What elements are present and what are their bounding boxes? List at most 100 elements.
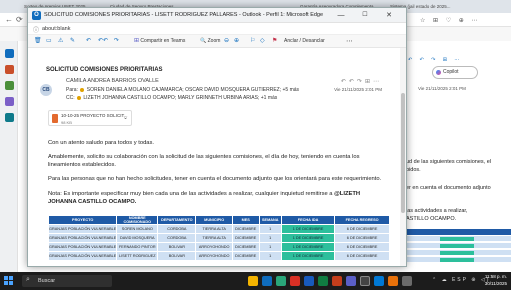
body-paragraph-2: Para las personas que no han hecho solic… <box>48 176 382 182</box>
mail-icon[interactable] <box>5 49 14 58</box>
message-scrollbar[interactable] <box>400 48 406 266</box>
app-icon[interactable] <box>402 276 412 286</box>
toolbar-more-icon[interactable]: ⋯ <box>346 37 353 46</box>
clock-date: 30/11/2025 <box>484 280 507 286</box>
teams-app-icon[interactable] <box>346 276 356 286</box>
cc-value[interactable]: LIZETH JOHANNA CASTILLO OCAMPO; MARLY GR… <box>83 95 277 101</box>
table-cell: 1 DE DICIEMBRE <box>280 233 336 243</box>
sender-name[interactable]: CAMILA ANDREA BARRIOS OVALLE <box>66 78 159 84</box>
mail-app-icon[interactable] <box>262 276 272 286</box>
avatar[interactable]: CB <box>40 84 52 96</box>
pin-icon[interactable]: ⚐ <box>250 37 255 46</box>
start-button[interactable] <box>4 276 14 286</box>
table-cell: DICIEMBRE <box>231 224 260 234</box>
word-icon[interactable] <box>304 276 314 286</box>
app-icon[interactable] <box>388 276 398 286</box>
edge-icon[interactable] <box>276 276 286 286</box>
maximize-button[interactable]: ☐ <box>356 10 374 21</box>
table-cell: GRANJAS POBLACIÓN VULNERABLE <box>47 251 118 261</box>
background-text-line: las actividades a realizar, <box>406 208 468 214</box>
table-row: GRANJAS POBLACIÓN VULNERABLE SOREN MOLAN… <box>47 224 390 234</box>
powerpoint-icon[interactable] <box>332 276 342 286</box>
window-url: about:blank <box>42 26 71 32</box>
table-header-cell: SEMANA <box>258 215 282 225</box>
zoom-out-icon[interactable]: ⊖ <box>224 37 229 46</box>
to-recipients: Para: SOREN DANIELA MOLANO CAJAMARCA; OS… <box>66 87 299 93</box>
message-action-icons[interactable]: ↶↶↷⊞⋯ <box>341 78 382 85</box>
refresh-icon[interactable]: ⟳ <box>16 15 23 24</box>
store-icon[interactable] <box>360 276 370 286</box>
zoom-icon: 🔍 <box>200 38 207 44</box>
table-cell: 1 <box>258 233 282 243</box>
table-cell: TIERRA ALTA <box>195 224 233 234</box>
todo-icon[interactable] <box>5 113 14 122</box>
calendar-icon[interactable] <box>5 65 14 74</box>
to-value[interactable]: SOREN DANIELA MOLANO CAJAMARCA; OSCAR DA… <box>87 87 299 93</box>
browser-extension-icons[interactable]: ☆ ⊞ ♡ ⊕ ⋯ <box>420 17 480 24</box>
table-cell: DICIEMBRE <box>231 251 260 261</box>
clock[interactable]: 11:58 p. m. 30/11/2025 <box>485 274 507 287</box>
sweep-icon[interactable]: ✎ <box>70 37 75 46</box>
background-text-line: er en cuenta el documento adjunto <box>406 185 491 191</box>
taskbar: ⌕ Buscar ⌃ ☁ ESP ⊕ ◁) 11:58 p. m. 30/11/… <box>0 272 511 290</box>
tag-icon[interactable]: ◇ <box>260 37 265 46</box>
table-cell: GRANJAS POBLACIÓN VULNERABLE <box>47 242 118 252</box>
search-label: Buscar <box>38 278 56 284</box>
reply-icon[interactable]: ↶ <box>86 37 91 46</box>
outlook-app-icon[interactable] <box>374 276 384 286</box>
window-address-bar[interactable]: ⓘ about:blank <box>28 23 406 35</box>
table-cell: 6 DE DICIEMBRE <box>334 242 390 252</box>
delete-icon[interactable]: 🗑 <box>34 37 42 46</box>
archive-icon[interactable]: ▭ <box>46 37 52 46</box>
back-icon[interactable]: ← <box>5 15 13 24</box>
share-teams-button[interactable]: ⊞ Compartir en Teams <box>134 37 185 46</box>
chevron-down-icon[interactable]: ⌄ <box>123 114 128 121</box>
sender-header: CB CAMILA ANDREA BARRIOS OVALLE ↶↶↷⊞⋯ Pa… <box>36 78 396 108</box>
message-toolbar: 🗑 ▭ ⚠ ✎ ↶ ↶↶ ↷ ⊞ Compartir en Teams 🔍 Zo… <box>28 35 406 48</box>
table-header-cell: FECHA IDA <box>280 215 336 225</box>
table-header-row: PROYECTO NOMBRE COMISIONADO DEPARTAMENTO… <box>47 215 390 225</box>
chrome-icon[interactable] <box>290 276 300 286</box>
table-cell: 1 <box>258 224 282 234</box>
background-action-icons[interactable]: ↶ ↶ ↷ ⊞ ⋯ <box>408 57 462 63</box>
app-rail <box>0 41 18 272</box>
close-button[interactable]: ✕ <box>380 10 398 21</box>
zoom-in-icon[interactable]: ⊕ <box>234 37 239 46</box>
window-title-bar: O SOLICITUD COMISIONES PRIORITARIAS - LI… <box>28 8 406 23</box>
background-text-line: ASTILLO OCAMPO. <box>406 216 457 222</box>
attachment-card[interactable]: 10-10-25 PROYECTO SOLICIT... 98 KB ⌄ <box>48 110 132 126</box>
taskbar-search[interactable]: ⌕ Buscar <box>22 275 112 287</box>
minimize-button[interactable]: — <box>332 10 350 21</box>
presence-icon <box>77 95 82 100</box>
system-tray-icons[interactable]: ⌃ ☁ ESP ⊕ ◁) <box>432 277 490 283</box>
table-cell: DAVID MOSQUERA <box>116 233 159 243</box>
people-icon[interactable] <box>5 81 14 90</box>
email-popup-window: O SOLICITUD COMISIONES PRIORITARIAS - LI… <box>27 7 407 267</box>
copilot-label: Copilot <box>443 69 459 75</box>
scrollbar-thumb[interactable] <box>401 93 405 213</box>
report-icon[interactable]: ⚠ <box>58 37 63 46</box>
greeting-text: Con un atento saludo para todos y todas. <box>48 140 155 146</box>
pin-unpin-button[interactable]: Anclar / Desanclar <box>284 37 325 46</box>
presence-icon <box>80 87 85 92</box>
table-cell: CORDOBA <box>157 233 197 243</box>
file-explorer-icon[interactable] <box>248 276 258 286</box>
reply-all-icon[interactable]: ↶↶ <box>98 37 108 46</box>
table-cell: 1 DE DICIEMBRE <box>280 242 336 252</box>
email-subject: SOLICITUD COMISIONES PRIORITARIAS <box>46 67 163 73</box>
copilot-button[interactable]: Copilot <box>432 66 478 79</box>
cc-recipients: CC: LIZETH JOHANNA CASTILLO OCAMPO; MARL… <box>66 95 277 101</box>
flag-icon[interactable]: ⚑ <box>272 37 277 46</box>
zoom-control[interactable]: 🔍 Zoom <box>200 37 220 46</box>
table-header-cell: FECHA REGRESO <box>334 215 390 225</box>
excel-icon[interactable] <box>318 276 328 286</box>
table-cell: 1 DE DICIEMBRE <box>280 224 336 234</box>
info-icon[interactable]: ⓘ <box>33 25 39 34</box>
commissions-table: PROYECTO NOMBRE COMISIONADO DEPARTAMENTO… <box>47 215 390 261</box>
file-icon <box>52 114 58 123</box>
forward-icon[interactable]: ↷ <box>114 37 119 46</box>
teams-icon[interactable] <box>5 97 14 106</box>
attachment-size: 98 KB <box>61 120 72 125</box>
share-teams-label: Compartir en Teams <box>140 38 186 44</box>
window-title: SOLICITUD COMISIONES PRIORITARIAS - LISE… <box>44 12 324 18</box>
